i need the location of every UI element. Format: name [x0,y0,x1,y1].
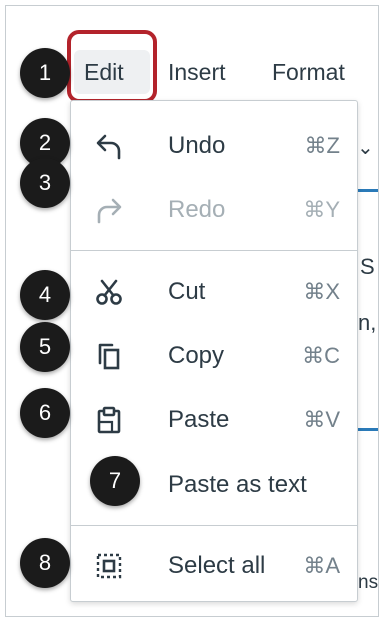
callout-badge-3: 3 [20,158,70,208]
menu-divider [71,250,357,251]
menu-item-label: Select all [168,552,266,579]
callout-badge-8: 8 [20,538,70,588]
menu-item-shortcut: ⌘V [303,407,340,432]
background-text: n, [358,310,377,335]
menu-insert[interactable]: Insert [168,52,226,92]
menu-item-label: Cut [168,278,206,305]
menu-item-paste[interactable]: Paste ⌘V [71,392,357,448]
select-all-icon [91,548,127,584]
background-text: S [360,254,375,279]
scissors-icon [91,274,127,310]
menu-format[interactable]: Format [272,52,345,92]
callout-badge-5: 5 [20,322,70,372]
menu-item-shortcut: ⌘A [303,553,340,578]
menu-item-undo[interactable]: Undo ⌘Z [71,118,357,174]
edit-dropdown-menu: Undo ⌘Z Redo ⌘Y Cut ⌘X Copy ⌘C Paste ⌘V … [70,100,358,602]
redo-icon [91,192,127,228]
copy-icon [91,338,127,374]
chevron-down-icon[interactable]: ⌄ [357,135,374,160]
menu-item-select-all[interactable]: Select all ⌘A [71,538,357,594]
menu-item-shortcut: ⌘Y [303,197,340,222]
callout-badge-7: 7 [90,456,140,506]
callout-badge-6: 6 [20,388,70,438]
accent-line [356,428,378,431]
undo-icon [91,128,127,164]
menu-item-redo[interactable]: Redo ⌘Y [71,182,357,238]
menu-item-label: Copy [168,342,225,369]
clipboard-icon [91,402,127,438]
menu-item-label: Paste [168,406,230,433]
callout-badge-4: 4 [20,270,70,320]
menu-item-copy[interactable]: Copy ⌘C [71,328,357,384]
menu-item-cut[interactable]: Cut ⌘X [71,264,357,320]
menu-item-label: Undo [168,132,226,159]
accent-line [356,189,378,192]
callout-badge-1: 1 [20,48,70,98]
menu-item-shortcut: ⌘C [302,343,340,368]
menu-divider [71,525,357,526]
menu-item-shortcut: ⌘X [303,279,340,304]
menu-edit[interactable]: Edit [74,50,150,94]
background-text: ns [358,572,379,593]
menu-item-label: Redo [168,196,226,223]
menu-item-label: Paste as text [168,471,307,498]
menu-item-shortcut: ⌘Z [304,133,340,158]
